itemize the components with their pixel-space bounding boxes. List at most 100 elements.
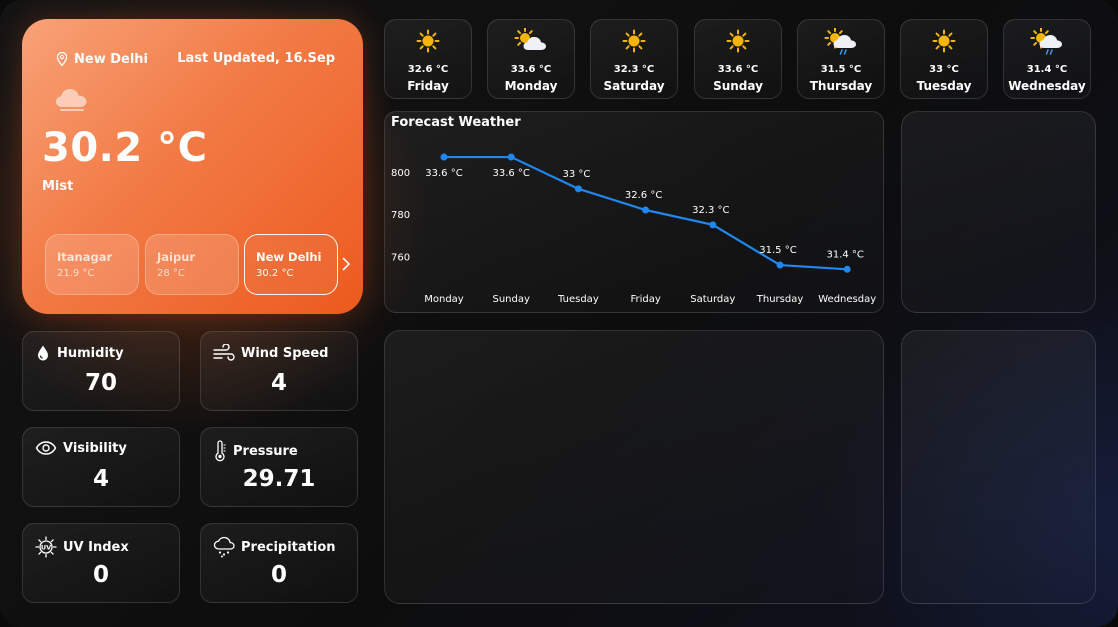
data-label: 31.4 °C <box>826 249 863 260</box>
water-drop-icon <box>38 345 48 361</box>
location-pin-icon <box>56 51 68 67</box>
wind-speed-label: Wind Speed <box>241 345 329 361</box>
city-name: Itanagar <box>57 250 113 264</box>
forecast-temp: 33 °C <box>929 64 959 75</box>
current-temperature: 30.2 °C <box>42 125 208 171</box>
last-updated: Last Updated, 16.Sep <box>177 51 335 66</box>
x-tick-label: Monday <box>424 294 464 305</box>
forecast-card[interactable]: 32.3 °C Saturday <box>590 19 678 99</box>
y-tick-label: 760 <box>391 253 410 264</box>
current-condition: Mist <box>42 179 74 194</box>
data-point <box>642 206 650 214</box>
sun-icon <box>932 29 956 53</box>
forecast-day: Wednesday <box>1008 79 1086 93</box>
forecast-card[interactable]: 33 °C Tuesday <box>900 19 988 99</box>
city-temp: 30.2 °C <box>256 268 294 279</box>
rain-cloud-icon <box>213 536 235 558</box>
data-point <box>574 185 582 193</box>
forecast-day: Tuesday <box>916 79 972 93</box>
forecast-temp: 31.4 °C <box>1026 64 1068 75</box>
forecast-temp: 33.6 °C <box>717 64 759 75</box>
city-name: New Delhi <box>256 250 322 264</box>
precipitation-card: Precipitation 0 <box>200 523 358 603</box>
svg-text:UV: UV <box>41 544 51 552</box>
forecast-temp: 31.5 °C <box>820 64 862 75</box>
forecast-card[interactable]: 33.6 °C Monday <box>487 19 575 99</box>
sun-icon <box>726 29 750 53</box>
eye-icon <box>35 441 57 455</box>
city-card-new-delhi[interactable]: New Delhi 30.2 °C <box>244 234 338 295</box>
x-tick-label: Wednesday <box>818 294 876 305</box>
data-label: 33.6 °C <box>492 168 529 179</box>
current-weather-card: New Delhi Last Updated, 16.Sep 30.2 °C M… <box>22 19 363 314</box>
x-tick-label: Tuesday <box>557 294 599 305</box>
x-tick-label: Friday <box>630 294 660 305</box>
uv-sun-icon: UV <box>35 536 57 558</box>
forecast-line-chart: 760 780 800 33.6 °C 33.6 °C 33 °C 32.6 °C 32.3 … <box>391 153 876 305</box>
data-point <box>776 261 784 269</box>
mist-cloud-icon <box>54 85 92 117</box>
sun-icon <box>622 29 646 53</box>
forecast-day: Friday <box>407 79 449 93</box>
thermometer-icon <box>215 440 226 462</box>
data-point <box>709 221 717 229</box>
forecast-card[interactable]: 32.6 °C Friday <box>384 19 472 99</box>
city-card-jaipur[interactable]: Jaipur 28 °C <box>145 234 239 295</box>
precipitation-label: Precipitation <box>241 539 336 555</box>
pressure-label: Pressure <box>233 443 298 459</box>
forecast-temp: 32.3 °C <box>613 64 655 75</box>
sun-icon <box>416 29 440 53</box>
data-point <box>440 153 448 161</box>
x-tick-label: Thursday <box>756 294 804 305</box>
forecast-day: Sunday <box>713 79 763 93</box>
x-tick-label: Saturday <box>690 294 735 305</box>
chart-title: Forecast Weather <box>391 115 521 130</box>
data-label: 31.5 °C <box>759 245 796 256</box>
forecast-card[interactable]: 33.6 °C Sunday <box>694 19 782 99</box>
pressure-card: Pressure 29.71 <box>200 427 358 507</box>
humidity-label: Humidity <box>57 345 124 361</box>
empty-panel <box>901 330 1096 604</box>
data-point <box>507 153 515 161</box>
data-label: 33.6 °C <box>425 168 462 179</box>
visibility-label: Visibility <box>63 440 127 456</box>
pressure-value: 29.71 <box>242 466 316 492</box>
wind-speed-card: Wind Speed 4 <box>200 331 358 411</box>
humidity-card: Humidity 70 <box>22 331 180 411</box>
patchy-rain-icon <box>824 28 856 55</box>
city-temp: 28 °C <box>157 268 185 279</box>
wind-icon <box>213 344 235 361</box>
y-tick-label: 800 <box>391 168 410 179</box>
precipitation-value: 0 <box>270 562 287 588</box>
data-point <box>843 265 851 273</box>
uv-index-label: UV Index <box>63 539 129 555</box>
data-label: 32.3 °C <box>692 205 729 216</box>
data-label: 32.6 °C <box>625 190 662 201</box>
visibility-value: 4 <box>92 466 109 492</box>
wind-speed-value: 4 <box>270 370 287 396</box>
uv-index-value: 0 <box>92 562 109 588</box>
patchy-rain-icon <box>1030 28 1062 55</box>
humidity-value: 70 <box>84 370 117 396</box>
y-tick-label: 780 <box>391 210 410 221</box>
city-card-itanagar[interactable]: Itanagar 21.9 °C <box>45 234 139 295</box>
forecast-chart-panel: 760 780 800 33.6 °C 33.6 °C 33 °C 32.6 °C 32.3 … <box>384 111 884 313</box>
x-tick-label: Sunday <box>492 294 529 305</box>
next-cities-button[interactable] <box>340 256 352 276</box>
location: New Delhi <box>54 51 148 67</box>
empty-panel <box>901 111 1096 313</box>
forecast-card[interactable]: 31.4 °C Wednesday <box>1003 19 1091 99</box>
forecast-card[interactable]: 31.5 °C Thursday <box>797 19 885 99</box>
chevron-right-icon <box>342 257 351 271</box>
forecast-day: Saturday <box>603 79 665 93</box>
visibility-card: Visibility 4 <box>22 427 180 507</box>
weather-dashboard: New Delhi Last Updated, 16.Sep 30.2 °C M… <box>0 0 1118 627</box>
forecast-day: Thursday <box>809 79 873 93</box>
forecast-day: Monday <box>504 79 558 93</box>
empty-panel <box>384 330 884 604</box>
city-name: Jaipur <box>157 250 196 264</box>
forecast-temp: 32.6 °C <box>407 64 449 75</box>
data-label: 33 °C <box>562 169 590 180</box>
forecast-temp: 33.6 °C <box>510 64 552 75</box>
uv-index-card: UV UV Index 0 <box>22 523 180 603</box>
